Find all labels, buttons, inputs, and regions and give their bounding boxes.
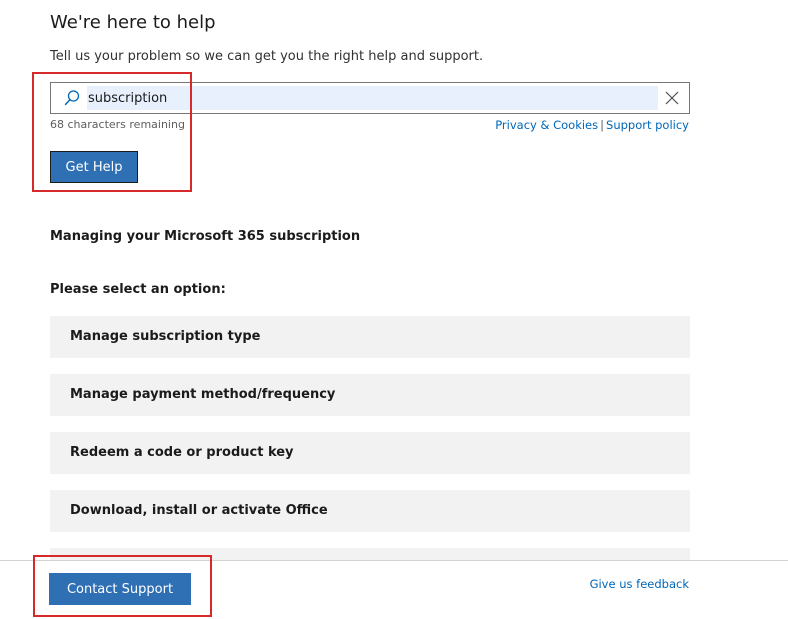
policy-links: Privacy & Cookies | Support policy [495, 118, 689, 132]
options-prompt: Please select an option: [50, 282, 226, 297]
support-panel: We're here to help Tell us your problem … [0, 0, 788, 619]
contact-support-button[interactable]: Contact Support [49, 573, 191, 605]
privacy-cookies-link[interactable]: Privacy & Cookies [495, 118, 598, 132]
topic-heading: Managing your Microsoft 365 subscription [50, 229, 361, 244]
give-feedback-link[interactable]: Give us feedback [590, 577, 689, 591]
link-separator: | [600, 118, 605, 132]
option-manage-subscription-type[interactable]: Manage subscription type [50, 316, 690, 358]
get-help-button[interactable]: Get Help [50, 151, 138, 183]
search-input[interactable] [87, 86, 658, 110]
page-title: We're here to help [50, 12, 216, 33]
characters-remaining: 68 characters remaining [50, 118, 185, 131]
support-policy-link[interactable]: Support policy [606, 118, 689, 132]
search-icon [63, 89, 81, 107]
close-icon[interactable] [663, 89, 681, 107]
option-download-install-office[interactable]: Download, install or activate Office [50, 490, 690, 532]
footer-bar: Contact Support Give us feedback [0, 560, 788, 619]
search-box [50, 82, 690, 114]
page-subtitle: Tell us your problem so we can get you t… [50, 49, 484, 64]
option-manage-payment-method[interactable]: Manage payment method/frequency [50, 374, 690, 416]
option-redeem-code[interactable]: Redeem a code or product key [50, 432, 690, 474]
